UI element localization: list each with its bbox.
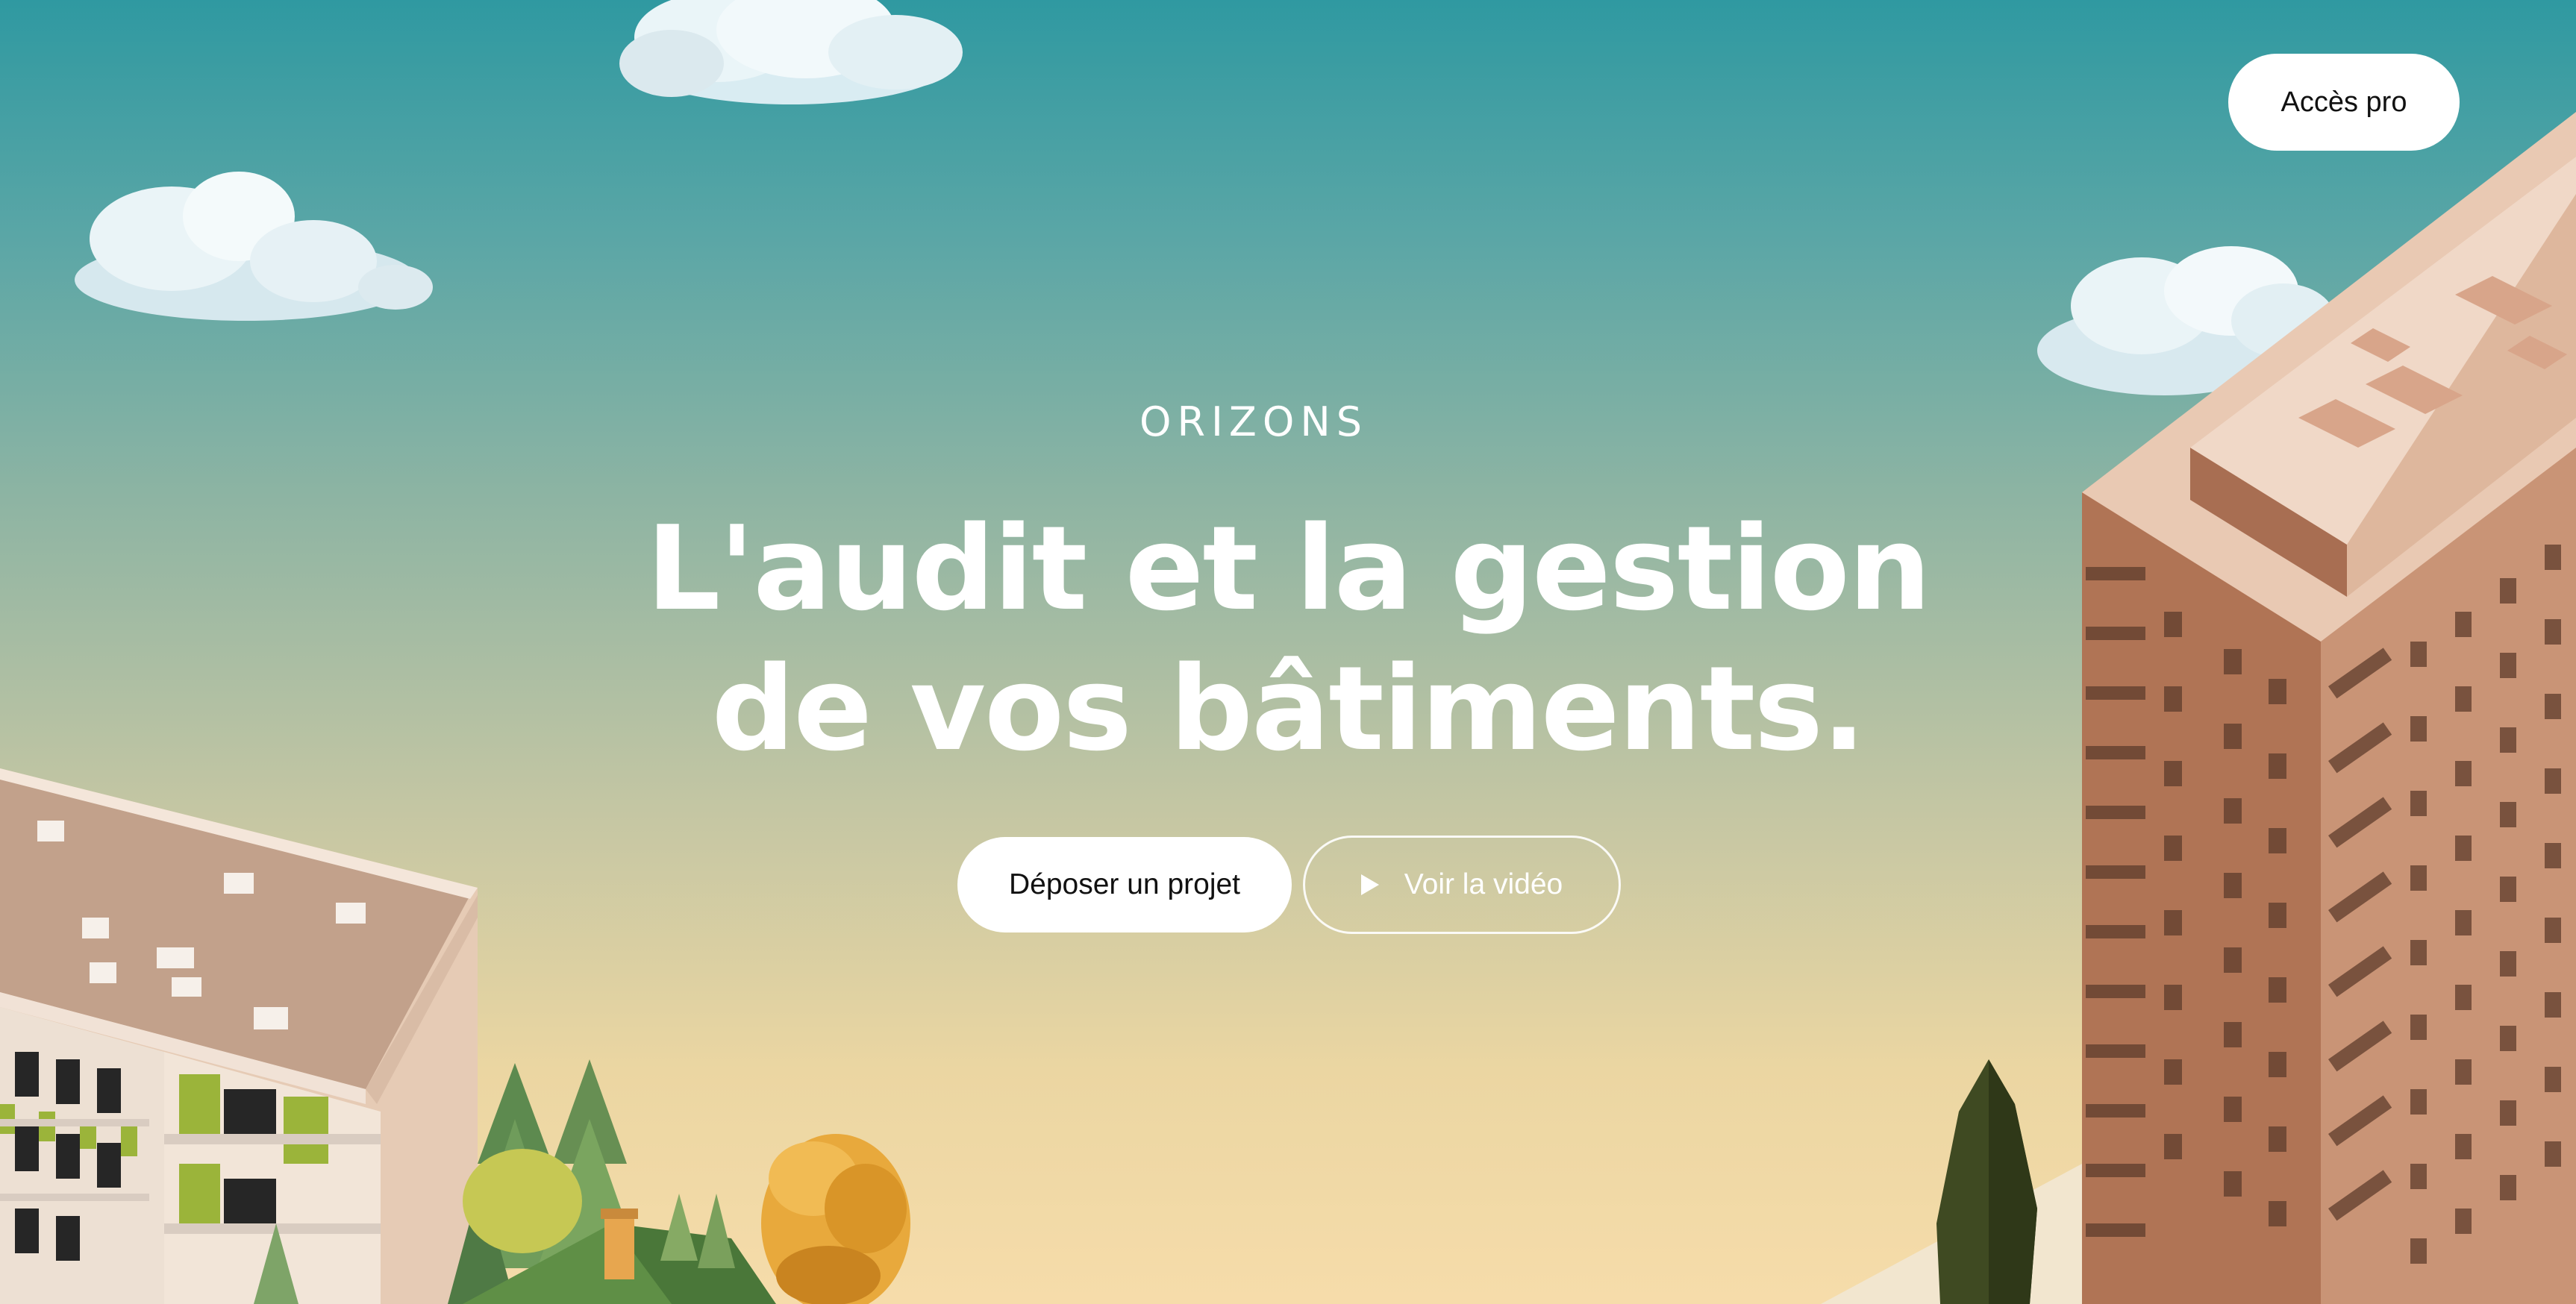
submit-project-label: Déposer un projet xyxy=(1008,868,1241,900)
watch-video-button[interactable]: Voir la vidéo xyxy=(1303,836,1621,934)
headline-line-1: L'audit et la gestion xyxy=(646,501,1931,636)
pro-access-button[interactable]: Accès pro xyxy=(2228,54,2460,151)
play-icon xyxy=(1360,874,1379,895)
hero-section: Accès pro ORIZONS L'audit et la gestion … xyxy=(0,0,2576,1304)
watch-video-label: Voir la vidéo xyxy=(1404,868,1563,900)
cypress-tree xyxy=(1936,1059,2037,1304)
submit-project-button[interactable]: Déposer un projet xyxy=(957,837,1292,932)
pro-access-label: Accès pro xyxy=(2280,86,2407,118)
headline-line-2: de vos bâtiments. xyxy=(711,641,1866,777)
logo-text: ORIZONS xyxy=(1139,398,1369,445)
apartment-building xyxy=(0,768,478,1304)
brand-logo[interactable]: ORIZONS xyxy=(1082,395,1425,448)
autumn-tree xyxy=(761,1134,910,1304)
hero-headline: L'audit et la gestion de vos bâtiments. xyxy=(542,498,2034,779)
cloud-left xyxy=(75,172,433,321)
cloud-top-center xyxy=(619,0,963,104)
